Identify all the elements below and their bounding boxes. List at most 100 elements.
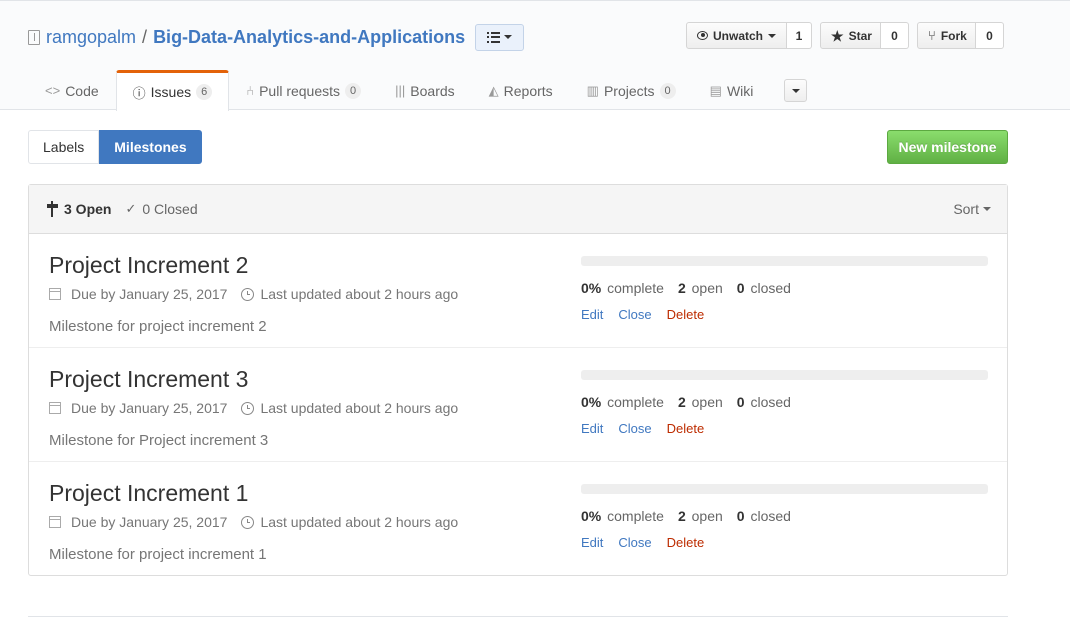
tab-pull-requests[interactable]: ⑃ Pull requests 0 — [229, 70, 378, 110]
milestone-stats: 0% complete 2 open 0 closed — [581, 508, 805, 524]
star-button[interactable]: ★ Star — [820, 22, 881, 49]
tab-wiki[interactable]: ▤ Wiki — [693, 70, 771, 110]
issue-icon: ⓘ — [132, 85, 146, 101]
closed-value: 0 — [736, 394, 745, 410]
star-group: ★ Star 0 — [820, 22, 909, 49]
milestone-due-date: Due by January 25, 2017 — [71, 286, 228, 302]
milestones-table: 3 Open ✓ 0 Closed Sort Project Increment… — [28, 184, 1008, 576]
repo-owner-link[interactable]: ramgopalm — [46, 27, 136, 48]
watch-count[interactable]: 1 — [787, 22, 812, 49]
milestone-title-link[interactable]: Project Increment 2 — [49, 252, 248, 279]
fork-count[interactable]: 0 — [976, 22, 1004, 49]
open-count: 3 Open — [64, 201, 112, 217]
fork-group: ⑂ Fork 0 — [917, 22, 1004, 49]
percent-value: 0% — [581, 508, 602, 524]
percent-complete: 0% complete — [581, 280, 664, 296]
edit-link[interactable]: Edit — [581, 535, 603, 550]
closed-issues-count[interactable]: 0 closed — [737, 508, 791, 524]
tab-projects[interactable]: ▥ Projects 0 — [570, 70, 693, 110]
progress-bar — [581, 256, 988, 266]
milestones-link[interactable]: Milestones — [99, 130, 202, 164]
progress-bar — [581, 484, 988, 494]
open-issues-count[interactable]: 2 open — [678, 280, 723, 296]
repo-list-menu-button[interactable] — [475, 23, 525, 51]
watch-group: Unwatch 1 — [686, 22, 812, 49]
list-icon — [487, 31, 501, 43]
tab-label: Boards — [410, 82, 455, 99]
close-link[interactable]: Close — [618, 307, 651, 322]
tab-label: Code — [65, 82, 99, 99]
clock-icon — [241, 515, 255, 529]
fork-button[interactable]: ⑂ Fork — [917, 22, 976, 49]
milestone-icon — [47, 201, 58, 217]
clock-icon — [241, 287, 255, 301]
closed-issues-count[interactable]: 0 closed — [737, 394, 791, 410]
milestone-title-link[interactable]: Project Increment 3 — [49, 366, 248, 393]
percent-complete: 0% complete — [581, 508, 664, 524]
milestone-actions: Edit Close Delete — [581, 421, 719, 436]
open-milestones-link[interactable]: 3 Open — [47, 201, 111, 217]
delete-link[interactable]: Delete — [667, 535, 705, 550]
milestone-actions: Edit Close Delete — [581, 535, 719, 550]
percent-label: complete — [607, 280, 664, 296]
closed-milestones-link[interactable]: ✓ 0 Closed — [125, 201, 197, 217]
percent-label: complete — [607, 394, 664, 410]
milestones-table-header: 3 Open ✓ 0 Closed Sort — [29, 185, 1007, 234]
closed-label: closed — [750, 280, 791, 296]
star-count[interactable]: 0 — [881, 22, 909, 49]
tab-label: Pull requests — [259, 82, 341, 99]
tab-reports[interactable]: ◭ Reports — [472, 70, 570, 110]
milestone-stats: 0% complete 2 open 0 closed — [581, 394, 805, 410]
project-icon: ▥ — [586, 82, 599, 98]
footer-divider — [28, 616, 1008, 617]
calendar-icon — [49, 288, 61, 300]
milestone-stats: 0% complete 2 open 0 closed — [581, 280, 805, 296]
milestone-states: 3 Open ✓ 0 Closed — [47, 201, 198, 217]
tab-code[interactable]: <> Code — [28, 70, 116, 110]
repo-name-link[interactable]: Big-Data-Analytics-and-Applications — [153, 27, 465, 48]
open-issues-count[interactable]: 2 open — [678, 394, 723, 410]
labels-link[interactable]: Labels — [28, 130, 100, 164]
issues-subnav: Labels Milestones — [28, 130, 202, 164]
milestone-title-link[interactable]: Project Increment 1 — [49, 480, 248, 507]
repo-path-separator: / — [142, 26, 148, 47]
check-icon: ✓ — [125, 201, 137, 216]
sort-dropdown[interactable]: Sort — [953, 201, 991, 217]
tab-boards[interactable]: ||| Boards — [378, 70, 472, 110]
closed-issues-count[interactable]: 0 closed — [737, 280, 791, 296]
open-issues-count[interactable]: 2 open — [678, 508, 723, 524]
milestone-description: Milestone for project increment 2 — [49, 318, 267, 335]
open-label: open — [691, 394, 723, 410]
edit-link[interactable]: Edit — [581, 421, 603, 436]
repo-icon — [28, 29, 40, 45]
fork-label: Fork — [940, 28, 967, 43]
fork-icon: ⑂ — [928, 28, 936, 43]
percent-label: complete — [607, 508, 664, 524]
milestone-row: Project Increment 3 Due by January 25, 2… — [29, 348, 1007, 462]
unwatch-button[interactable]: Unwatch — [686, 22, 787, 49]
chevron-down-icon — [791, 88, 800, 93]
delete-link[interactable]: Delete — [667, 307, 705, 322]
milestone-due-date: Due by January 25, 2017 — [71, 514, 228, 530]
milestone-meta: Due by January 25, 2017 Last updated abo… — [49, 286, 458, 302]
milestone-actions: Edit Close Delete — [581, 307, 719, 322]
milestone-last-updated: Last updated about 2 hours ago — [260, 286, 459, 302]
eye-icon — [697, 31, 708, 40]
edit-link[interactable]: Edit — [581, 307, 603, 322]
closed-label: closed — [750, 508, 791, 524]
progress-bar — [581, 370, 988, 380]
star-label: Star — [848, 28, 872, 43]
milestone-due-date: Due by January 25, 2017 — [71, 400, 228, 416]
percent-value: 0% — [581, 394, 602, 410]
boards-icon: ||| — [395, 83, 406, 98]
closed-count: 0 Closed — [142, 201, 198, 217]
new-milestone-button[interactable]: New milestone — [887, 130, 1008, 164]
tab-issues[interactable]: ⓘ Issues 6 — [115, 70, 230, 111]
milestone-row: Project Increment 2 Due by January 25, 2… — [29, 234, 1007, 348]
close-link[interactable]: Close — [618, 421, 651, 436]
tab-label: Projects — [603, 82, 655, 99]
more-tabs-button[interactable] — [784, 79, 808, 102]
delete-link[interactable]: Delete — [667, 421, 705, 436]
close-link[interactable]: Close — [618, 535, 651, 550]
unwatch-label: Unwatch — [712, 28, 763, 43]
